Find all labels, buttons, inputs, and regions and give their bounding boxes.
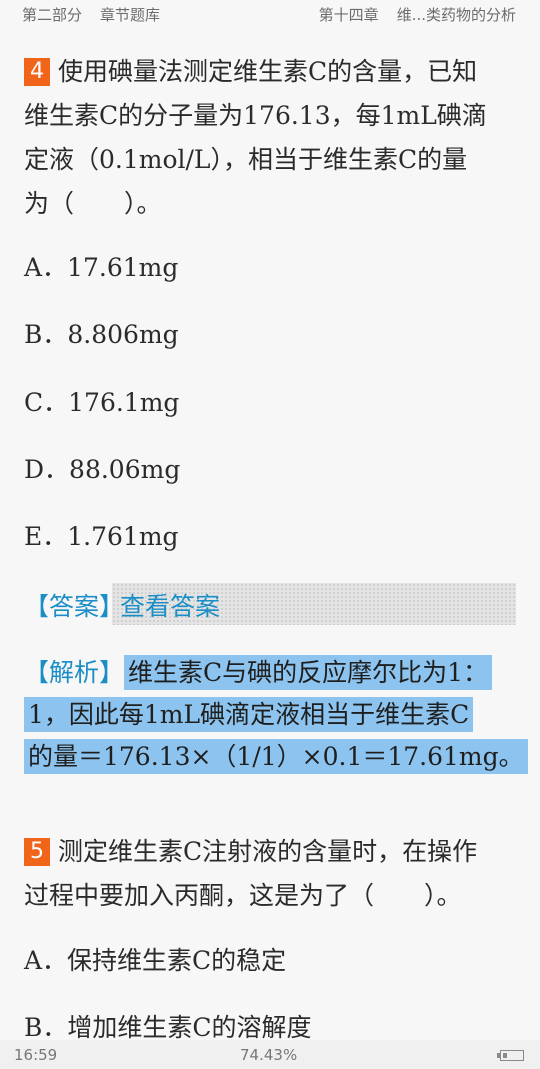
answer-row: 【答案】 查看答案 [24, 583, 516, 625]
option-b[interactable]: B．8.806mg [24, 320, 179, 350]
question-stem-line: 过程中要加入丙酮，这是为了（ ）。 [24, 881, 462, 910]
reading-progress: 74.43% [240, 1046, 298, 1064]
option-a[interactable]: A．保持维生素C的稳定 [24, 946, 286, 976]
view-answer-link[interactable]: 查看答案 [120, 587, 220, 623]
header-breadcrumb: 第二部分 章节题库 [22, 4, 160, 25]
header-chapter: 第十四章 维...类药物的分析 [319, 4, 516, 25]
question-text: 测定维生素C注射液的含量时，在操作 [58, 837, 478, 866]
analysis-line: 的量＝176.13×（1/1）×0.1＝17.61mg。 [24, 736, 528, 778]
question-stem-line: 维生素C的分子量为176.13，每1mL碘滴 [24, 101, 487, 130]
question-stem-line: 4 使用碘量法测定维生素C的含量，已知 [24, 50, 516, 94]
option-e[interactable]: E．1.761mg [24, 522, 179, 552]
analysis-highlight: 维生素C与碘的反应摩尔比为1： [124, 655, 493, 690]
analysis-block: 【解析】 维生素C与碘的反应摩尔比为1： 1，因此每1mL碘滴定液相当于维生素C … [24, 652, 528, 778]
analysis-line: 【解析】 维生素C与碘的反应摩尔比为1： [24, 652, 516, 694]
question-stem-line: 定液（0.1mol/L），相当于维生素C的量 [24, 145, 468, 174]
answer-label: 【答案】 [24, 592, 125, 621]
question-number-badge: 5 [24, 838, 50, 866]
analysis-highlight: 1，因此每1mL碘滴定液相当于维生素C [24, 697, 474, 732]
question-5-stem: 5 测定维生素C注射液的含量时，在操作 过程中要加入丙酮，这是为了（ ）。 [24, 830, 516, 918]
option-a[interactable]: A．17.61mg [24, 253, 178, 283]
battery-icon [497, 1050, 524, 1061]
reader-header: 第二部分 章节题库 第十四章 维...类药物的分析 [0, 0, 540, 28]
analysis-highlight: 的量＝176.13×（1/1）×0.1＝17.61mg。 [24, 739, 528, 774]
header-chapter-title: 维...类药物的分析 [396, 6, 516, 24]
battery-fill [503, 1053, 507, 1058]
header-section: 第二部分 [22, 6, 83, 24]
battery-tip [497, 1053, 500, 1058]
option-b[interactable]: B．增加维生素C的溶解度 [24, 1013, 312, 1043]
question-stem-line: 5 测定维生素C注射液的含量时，在操作 [24, 830, 516, 874]
analysis-label: 【解析】 [24, 658, 125, 687]
question-4-stem: 4 使用碘量法测定维生素C的含量，已知 维生素C的分子量为176.13，每1mL碘… [24, 50, 516, 226]
option-d[interactable]: D．88.06mg [24, 455, 180, 485]
question-number-badge: 4 [24, 58, 50, 86]
analysis-line: 1，因此每1mL碘滴定液相当于维生素C [24, 694, 516, 736]
header-category: 章节题库 [100, 6, 161, 24]
reader-status-bar: 16:59 74.43% [0, 1040, 540, 1069]
header-chapter-number: 第十四章 [318, 6, 379, 24]
clock: 16:59 [14, 1046, 58, 1064]
question-text: 使用碘量法测定维生素C的含量，已知 [58, 57, 478, 86]
question-stem-line: 为（ ）。 [24, 189, 162, 218]
option-c[interactable]: C．176.1mg [24, 388, 179, 418]
